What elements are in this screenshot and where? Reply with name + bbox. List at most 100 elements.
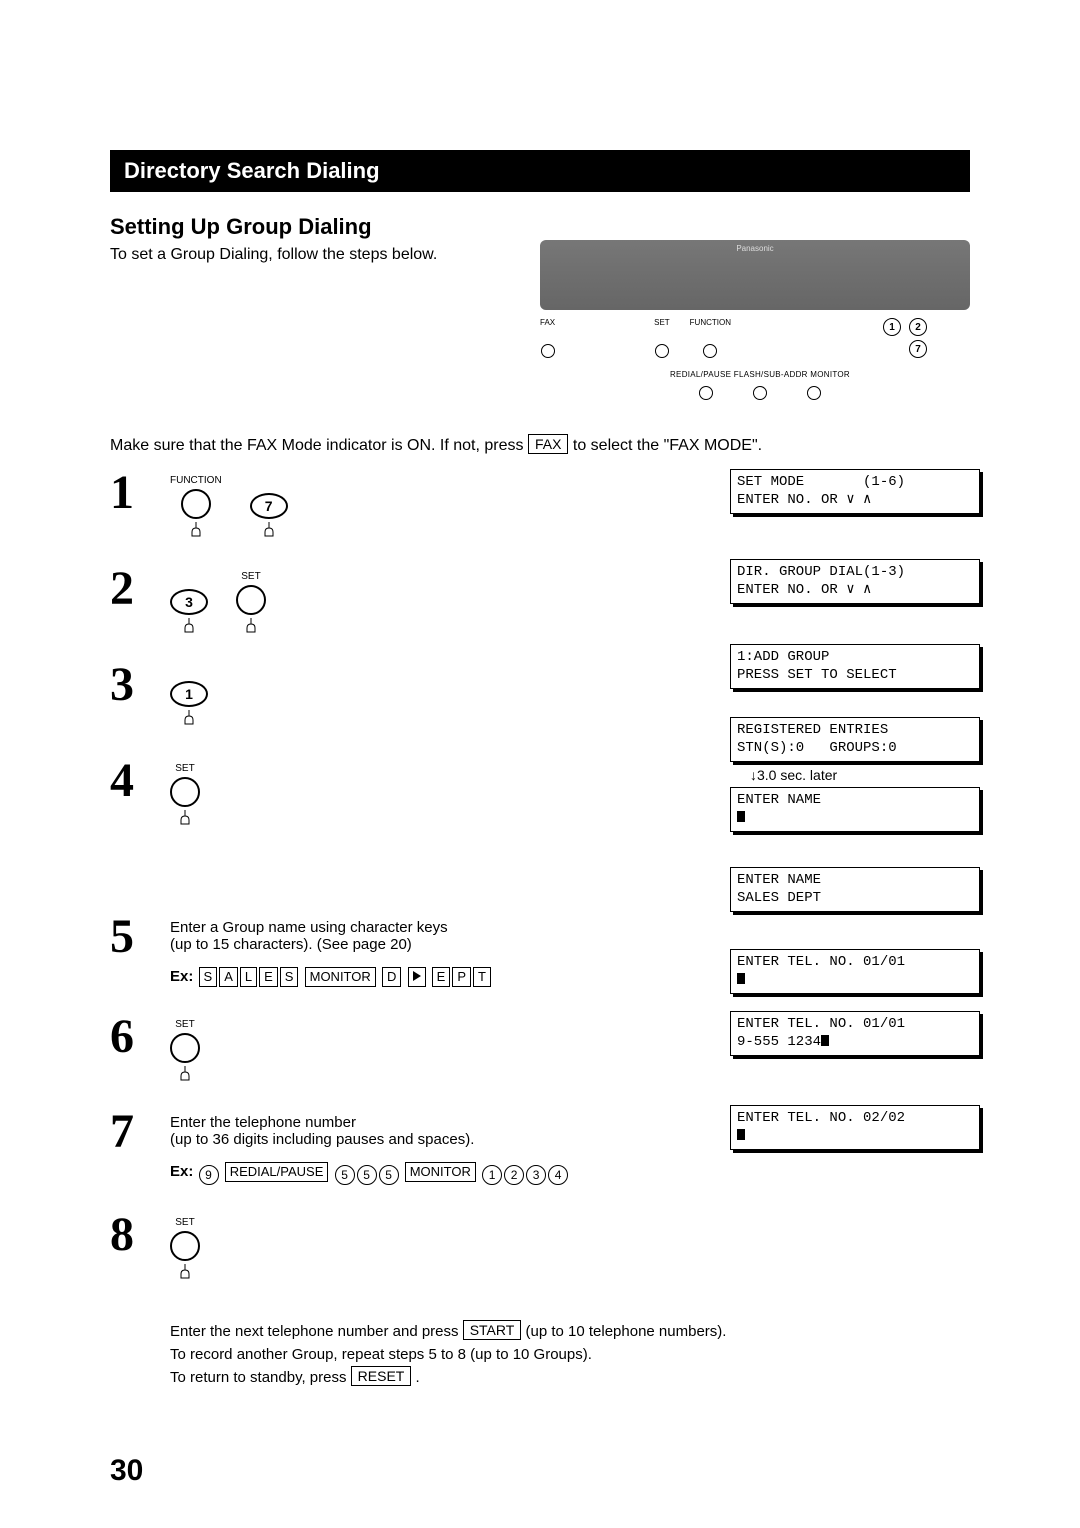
control-panel-diagram: FAX SET FUNCTION 1 2 7 [540,240,980,400]
set-button: SET [170,763,200,826]
lcd-step7: ENTER TEL. NO. 01/01 9-555 1234 [730,1011,980,1056]
set-button: SET [170,1019,200,1082]
circle-icon [170,1231,200,1261]
key-p: P [452,967,471,987]
key-5c: 5 [379,1165,399,1185]
footer-line1: Enter the next telephone number and pres… [170,1320,970,1344]
monitor-icon [807,386,821,400]
key-a: A [219,967,238,987]
step-number: 1 [110,469,170,517]
lcd-step2: DIR. GROUP DIAL(1-3) ENTER NO. OR ∨ ∧ [730,559,980,604]
key-monitor2: MONITOR [405,1162,476,1182]
key-5b: 5 [357,1165,377,1185]
set-label: SET [175,1217,194,1229]
fax-button-icon [541,344,555,358]
callout-1: 1 [883,318,901,336]
fax-note-post: to select the "FAX MODE". [573,437,762,454]
lcd-step4b: ENTER NAME [730,787,980,832]
circle-icon [170,777,200,807]
panel-row2-label: REDIAL/PAUSE FLASH/SUB-ADDR MONITOR [540,370,980,379]
oval-key-icon: 1 [170,681,208,707]
step7-example: Ex: 9 REDIAL/PAUSE 555 MONITOR 1234 [170,1162,970,1185]
step-number: 4 [110,757,170,805]
oval-key-icon: 7 [250,493,288,519]
step5-line1: Enter a Group name using character keys [170,919,970,936]
ex-label: Ex: [170,1163,193,1180]
step-number: 3 [110,661,170,709]
key-t: T [473,967,491,987]
oval-key-icon: 3 [170,589,208,615]
key-l: L [240,967,257,987]
reset-key: RESET [351,1366,412,1386]
step-number: 6 [110,1013,170,1061]
function-button: FUNCTION [170,475,222,538]
key-1-button: 1 [170,667,208,726]
panel-image [540,240,970,310]
set-label: SET [241,571,260,583]
key-monitor: MONITOR [305,967,376,987]
set-label: SET [175,763,194,775]
circle-icon [236,585,266,615]
key-e2: E [432,967,451,987]
step-number: 8 [110,1211,170,1259]
function-label: FUNCTION [170,475,222,487]
set-label: SET [175,1019,194,1031]
key-redial-pause: REDIAL/PAUSE [225,1162,329,1182]
press-hand-icon [173,1264,197,1280]
press-hand-icon [177,710,201,726]
key-3: 3 [526,1165,546,1185]
footer-line2: To record another Group, repeat steps 5 … [170,1344,970,1367]
fax-key: FAX [528,434,568,454]
step-number: 5 [110,913,170,961]
circle-icon [181,489,211,519]
key-5a: 5 [335,1165,355,1185]
callout-2: 2 [909,318,927,336]
lcd-step3: 1:ADD GROUP PRESS SET TO SELECT [730,644,980,689]
ex-label: Ex: [170,968,193,985]
key-9: 9 [199,1165,219,1185]
lcd-step1: SET MODE (1-6) ENTER NO. OR ∨ ∧ [730,469,980,514]
key-d: D [382,967,401,987]
set-button-icon [655,344,669,358]
lcd-step8: ENTER TEL. NO. 02/02 [730,1105,980,1150]
page-number: 30 [110,1454,143,1488]
press-hand-icon [257,522,281,538]
circle-icon [170,1033,200,1063]
lcd-step4a: REGISTERED ENTRIES STN(S):0 GROUPS:0 [730,717,980,762]
function-button-icon [703,344,717,358]
key-e: E [259,967,278,987]
section-title: Directory Search Dialing [110,150,970,192]
flash-subaddr-icon [753,386,767,400]
panel-function-label: FUNCTION [690,318,731,327]
key-1: 1 [482,1165,502,1185]
step-number: 2 [110,565,170,613]
press-hand-icon [173,1066,197,1082]
press-hand-icon [173,810,197,826]
fax-note-pre: Make sure that the FAX Mode indicator is… [110,437,528,454]
start-key: START [463,1320,522,1340]
lcd-step5: ENTER NAME SALES DEPT [730,867,980,912]
step-number: 7 [110,1108,170,1156]
key-2: 2 [504,1165,524,1185]
key-3-button: 3 [170,575,208,634]
press-hand-icon [184,522,208,538]
key-s: S [199,967,218,987]
panel-fax-label: FAX [540,318,555,327]
set-button: SET [170,1217,200,1280]
key-4: 4 [548,1165,568,1185]
later-note: ↓3.0 sec. later [750,767,837,783]
key-s2: S [280,967,299,987]
redial-pause-icon [699,386,713,400]
key-play [408,967,426,987]
fax-mode-note: Make sure that the FAX Mode indicator is… [110,434,970,455]
press-hand-icon [239,618,263,634]
step-8: 8 SET Enter the next telephone number an… [110,1211,970,1390]
footer-line3: To return to standby, press RESET . [170,1366,970,1390]
lcd-step6: ENTER TEL. NO. 01/01 [730,949,980,994]
press-hand-icon [177,618,201,634]
section-subtitle: Setting Up Group Dialing [110,214,970,240]
key-7-button: 7 [250,479,288,538]
panel-set-label: SET [654,318,670,327]
play-icon [413,971,421,981]
callout-7: 7 [909,340,927,358]
